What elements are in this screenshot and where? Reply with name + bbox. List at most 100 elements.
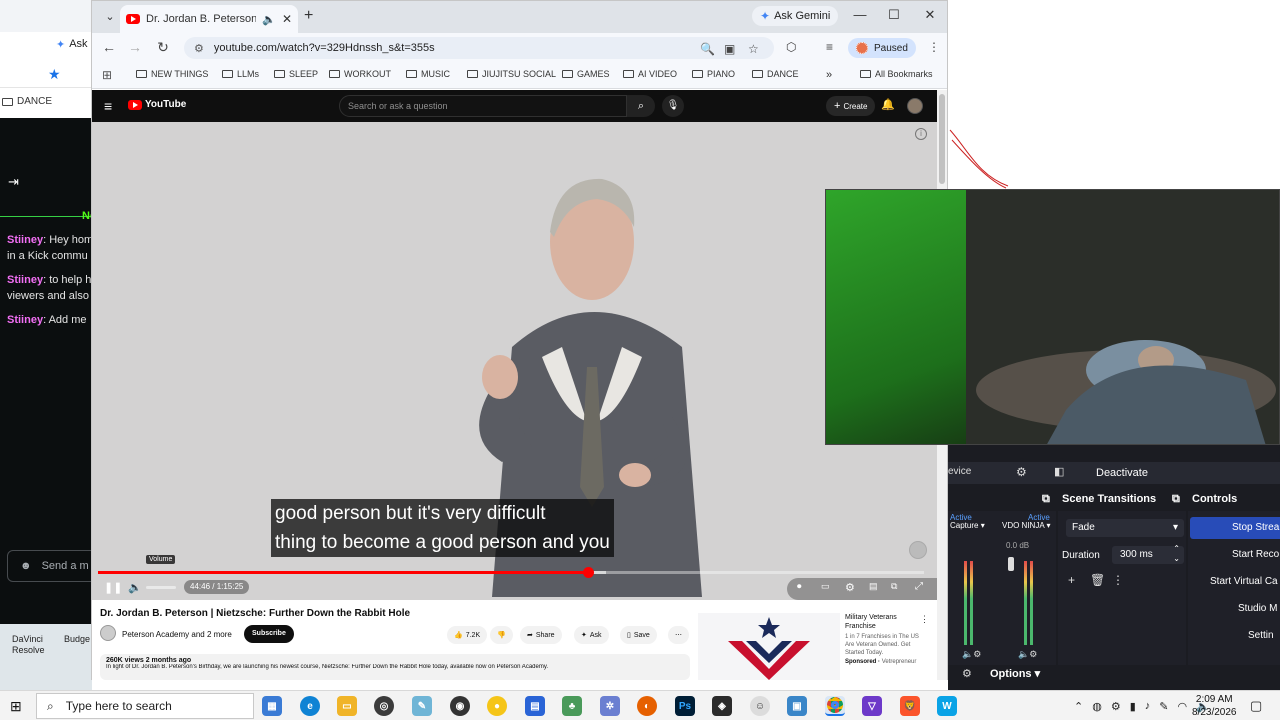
- options-gear-icon[interactable]: ⚙: [962, 667, 972, 680]
- source-properties-gear-icon[interactable]: ⚙: [1016, 465, 1027, 479]
- progress-scrubber[interactable]: [582, 567, 594, 578]
- app-pen-icon[interactable]: ✎: [412, 696, 432, 716]
- save-button[interactable]: ▯ Save: [620, 626, 657, 644]
- file-explorer-icon[interactable]: ▭: [337, 696, 357, 716]
- new-tab-plus-icon[interactable]: +: [304, 7, 313, 25]
- bookmark-piano[interactable]: PIANO: [692, 69, 735, 79]
- video-player[interactable]: i good person but it's very difficult th…: [92, 122, 937, 600]
- microphone-icon[interactable]: 🎙: [662, 95, 684, 117]
- profile-paused-button[interactable]: Paused: [848, 38, 916, 58]
- remove-transition-trash-icon[interactable]: 🗑: [1090, 573, 1105, 587]
- add-transition-plus-icon[interactable]: +: [1068, 573, 1075, 587]
- firefox-icon[interactable]: ◐: [637, 696, 657, 716]
- bookmark-ai-video[interactable]: AI VIDEO: [623, 69, 677, 79]
- subtitles-cc-icon[interactable]: ▭: [821, 581, 830, 592]
- bookmark-sleep[interactable]: SLEEP: [274, 69, 318, 79]
- cast-icon[interactable]: ⧉: [891, 581, 897, 592]
- wifi-icon[interactable]: ◠: [1177, 700, 1187, 713]
- bookmark-workout[interactable]: WORKOUT: [329, 69, 391, 79]
- options-button[interactable]: Options ▾: [990, 667, 1040, 680]
- hamburger-menu-icon[interactable]: ≡: [104, 98, 112, 114]
- fullscreen-icon[interactable]: ⤢: [915, 581, 923, 592]
- media-controls-icon[interactable]: ≡: [826, 40, 833, 54]
- site-info-icon[interactable]: ⚙: [194, 42, 204, 55]
- stepper-icon[interactable]: ⌃ ⌄: [1173, 544, 1180, 564]
- tray-app-icon[interactable]: ◍: [1092, 700, 1102, 713]
- ask-gemini-button[interactable]: ✦ Ask Gemini: [752, 6, 839, 26]
- maximize-icon[interactable]: ☐: [884, 7, 904, 23]
- account-avatar[interactable]: [907, 98, 923, 114]
- more-actions-icon[interactable]: ⋯: [668, 626, 689, 644]
- mute-speaker-icon[interactable]: 🔈⚙: [962, 649, 981, 660]
- scrollbar-thumb[interactable]: [939, 94, 945, 184]
- pause-icon[interactable]: ❚❚: [104, 581, 122, 594]
- youtube-logo[interactable]: YouTube: [128, 99, 186, 110]
- chat-send-input[interactable]: ☻ Send a m: [7, 550, 92, 582]
- bookmark-star-icon[interactable]: ☆: [748, 42, 759, 56]
- desktop-icon-budget[interactable]: Budge: [64, 634, 90, 645]
- dislike-button[interactable]: 👎: [490, 626, 513, 644]
- settings-gear-icon[interactable]: ⚙: [845, 581, 855, 594]
- bookmark-new-things[interactable]: NEW THINGS: [136, 69, 208, 79]
- extensions-icon[interactable]: ⬡: [786, 40, 796, 54]
- app-v-icon[interactable]: ▽: [862, 696, 882, 716]
- tab-youtube[interactable]: Dr. Jordan B. Peterson | Nietz 🔈 ✕: [120, 5, 298, 33]
- channel-watermark-icon[interactable]: [909, 541, 927, 559]
- chat-username[interactable]: Stiiney: [7, 234, 43, 246]
- minimize-icon[interactable]: —: [850, 7, 870, 22]
- bookmark-games[interactable]: GAMES: [562, 69, 610, 79]
- app-face-icon[interactable]: ☺: [750, 696, 770, 716]
- volume-slider[interactable]: [146, 586, 176, 589]
- apps-grid-icon[interactable]: ⊞: [102, 68, 112, 82]
- studio-mode-button[interactable]: Studio M: [1190, 598, 1280, 620]
- reload-icon[interactable]: ↻: [154, 39, 172, 56]
- dock-popout-icon[interactable]: ⧉: [1042, 493, 1050, 509]
- like-button[interactable]: 👍 7.2K: [447, 626, 488, 644]
- tab-search-chevron-icon[interactable]: ⌄: [100, 8, 120, 26]
- dock-popout-icon[interactable]: ⧉: [1172, 493, 1180, 509]
- ad-thumbnail[interactable]: [698, 613, 840, 680]
- photoshop-icon[interactable]: Ps: [675, 696, 695, 716]
- emote-icon[interactable]: ☻: [20, 560, 32, 572]
- channel-name[interactable]: Peterson Academy and 2 more: [122, 630, 232, 639]
- tray-app-icon[interactable]: ♪: [1145, 700, 1151, 712]
- description-box[interactable]: 260K views 2 months ago In light of Dr. …: [100, 654, 690, 680]
- tray-expand-chevron-icon[interactable]: ⌃: [1074, 700, 1083, 713]
- youtube-search-input[interactable]: Search or ask a question: [339, 95, 627, 117]
- notifications-icon[interactable]: ▢: [1250, 698, 1262, 714]
- ad-kebab-menu-icon[interactable]: ⋮: [920, 614, 929, 625]
- ask-button[interactable]: ✦ Ask: [574, 626, 609, 644]
- bookmark-llms[interactable]: LLMs: [222, 69, 259, 79]
- background-bookmark-dance[interactable]: DANCE: [2, 96, 52, 107]
- source-filters-icon[interactable]: ◧: [1054, 465, 1064, 478]
- windows-start-icon[interactable]: ⊞: [10, 698, 22, 715]
- mute-speaker-icon[interactable]: 🔈⚙: [1018, 649, 1037, 660]
- app-window-icon[interactable]: ▣: [787, 696, 807, 716]
- app-tree-icon[interactable]: ♣: [562, 696, 582, 716]
- search-icon[interactable]: ⌕: [627, 95, 655, 117]
- kebab-menu-icon[interactable]: ⋮: [928, 40, 940, 54]
- close-tab-icon[interactable]: ✕: [282, 12, 292, 26]
- lightbulb-icon[interactable]: ●: [487, 696, 507, 716]
- obs-icon[interactable]: ◉: [450, 696, 470, 716]
- deactivate-button[interactable]: Deactivate: [1084, 462, 1160, 484]
- speaker-icon[interactable]: 🔈: [262, 13, 276, 26]
- chrome-icon[interactable]: [825, 696, 845, 716]
- chat-collapse-icon[interactable]: ⇥: [8, 174, 19, 190]
- app-w-icon[interactable]: W: [937, 696, 957, 716]
- channel-avatar[interactable]: [100, 625, 116, 641]
- install-app-icon[interactable]: ▣: [724, 42, 735, 56]
- info-icon[interactable]: i: [915, 128, 927, 140]
- miniplayer-icon[interactable]: ▤: [869, 581, 878, 592]
- background-tab[interactable]: ✦ Ask: [0, 32, 92, 56]
- stop-streaming-button[interactable]: Stop Strea: [1190, 517, 1280, 539]
- tray-app-icon[interactable]: ▮: [1130, 700, 1136, 713]
- davinci-icon[interactable]: ◈: [712, 696, 732, 716]
- start-recording-button[interactable]: Start Reco: [1190, 544, 1280, 566]
- close-window-icon[interactable]: ✕: [920, 7, 940, 23]
- settings-button[interactable]: Settin: [1190, 625, 1280, 647]
- notifications-bell-icon[interactable]: 🔔: [881, 98, 895, 111]
- transition-select[interactable]: Fade ▾: [1066, 519, 1184, 537]
- taskbar-search-input[interactable]: ⌕ Type here to search: [36, 693, 254, 719]
- start-virtual-camera-button[interactable]: Start Virtual Ca: [1190, 571, 1280, 593]
